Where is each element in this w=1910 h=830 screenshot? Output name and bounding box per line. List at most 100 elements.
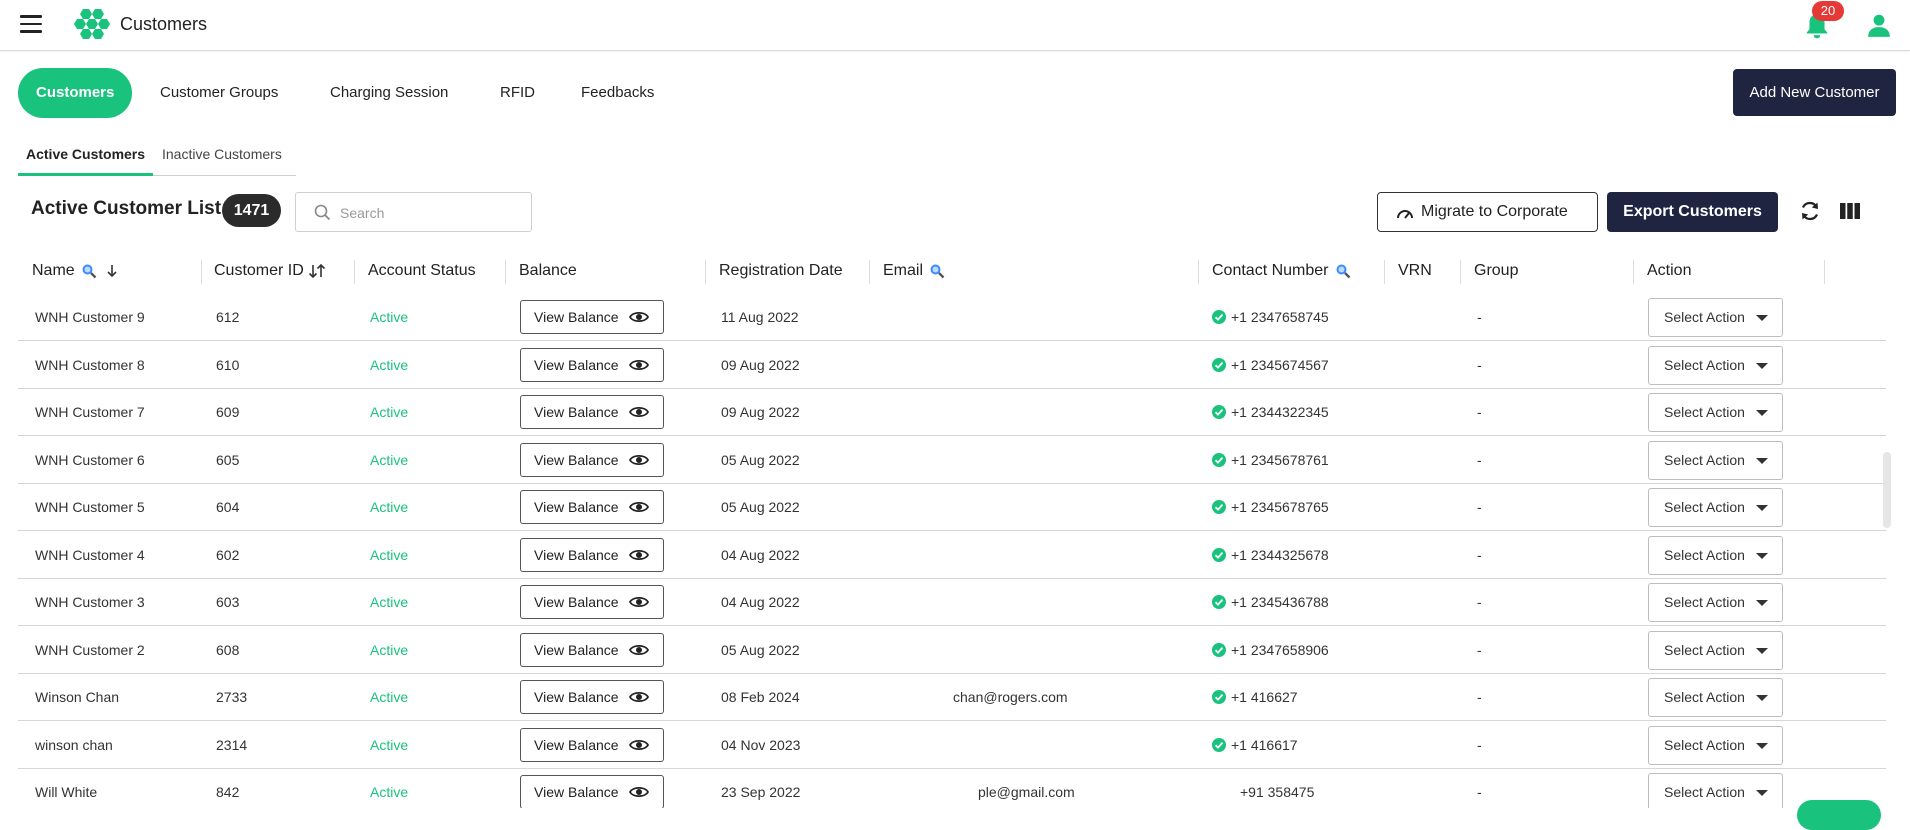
customer-name[interactable]: WNH Customer 5 bbox=[35, 484, 145, 530]
select-action-dropdown[interactable]: Select Action bbox=[1648, 535, 1783, 575]
view-balance-button[interactable]: View Balance bbox=[520, 442, 664, 477]
select-action-dropdown[interactable]: Select Action bbox=[1648, 678, 1783, 717]
scrollbar[interactable] bbox=[1883, 452, 1891, 528]
column-header-email[interactable]: Email bbox=[883, 256, 945, 288]
view-balance-button[interactable]: View Balance bbox=[520, 775, 664, 808]
contact-number: +1 416617 bbox=[1231, 736, 1298, 753]
contact-number: +1 2347658745 bbox=[1231, 309, 1329, 325]
caret-down-icon bbox=[1756, 742, 1768, 749]
status-badge: Active bbox=[370, 784, 409, 800]
migrate-to-corporate-button[interactable]: Migrate to Corporate bbox=[1377, 192, 1598, 232]
menu-icon[interactable] bbox=[20, 15, 42, 33]
column-header-group[interactable]: Group bbox=[1474, 256, 1518, 288]
view-balance-button[interactable]: View Balance bbox=[520, 300, 664, 334]
select-action-dropdown[interactable]: Select Action bbox=[1648, 488, 1783, 527]
customer-name[interactable]: WNH Customer 6 bbox=[35, 437, 145, 483]
search-input[interactable] bbox=[340, 201, 520, 225]
column-header-contact-number[interactable]: Contact Number bbox=[1212, 256, 1351, 288]
view-balance-label: View Balance bbox=[534, 594, 619, 610]
view-balance-button[interactable]: View Balance bbox=[520, 680, 664, 714]
select-action-dropdown[interactable]: Select Action bbox=[1648, 298, 1783, 337]
table-row[interactable]: Winson Chan 2733 Active View Balance 08 Feb … bbox=[18, 674, 1886, 721]
refresh-icon[interactable] bbox=[1798, 199, 1822, 223]
search-icon[interactable] bbox=[929, 263, 945, 279]
customer-name[interactable]: WNH Customer 7 bbox=[35, 389, 145, 435]
select-action-dropdown[interactable]: Select Action bbox=[1648, 630, 1783, 670]
column-header-registration-date[interactable]: Registration Date bbox=[719, 256, 843, 288]
eye-icon bbox=[629, 644, 649, 655]
table-row[interactable]: WNH Customer 2 608 Active View Balance 05 Au… bbox=[18, 627, 1886, 674]
search-icon[interactable] bbox=[81, 263, 97, 279]
customer-name[interactable]: Winson Chan bbox=[35, 674, 119, 720]
view-balance-button[interactable]: View Balance bbox=[520, 632, 664, 667]
select-action-dropdown[interactable]: Select Action bbox=[1648, 583, 1783, 622]
column-separator bbox=[1824, 260, 1825, 284]
column-separator bbox=[869, 260, 870, 284]
select-action-dropdown[interactable]: Select Action bbox=[1648, 345, 1783, 385]
view-balance-button[interactable]: View Balance bbox=[520, 395, 664, 429]
email: ple@gmail.com bbox=[978, 784, 1075, 800]
customer-name[interactable]: WNH Customer 4 bbox=[35, 532, 145, 578]
view-balance-button[interactable]: View Balance bbox=[520, 585, 664, 619]
column-label: Contact Number bbox=[1212, 262, 1329, 279]
column-header-customer-id[interactable]: Customer ID bbox=[214, 256, 326, 288]
columns-icon[interactable] bbox=[1839, 200, 1861, 222]
table-row[interactable]: WNH Customer 8 610 Active View Balance 09 Au… bbox=[18, 342, 1886, 389]
select-action-dropdown[interactable]: Select Action bbox=[1648, 440, 1783, 480]
tab-charging-session[interactable]: Charging Session bbox=[312, 68, 466, 118]
export-customers-button[interactable]: Export Customers bbox=[1607, 192, 1778, 232]
tab-feedbacks[interactable]: Feedbacks bbox=[563, 68, 672, 118]
tab-active-customers[interactable]: Active Customers bbox=[18, 140, 153, 176]
column-header-name[interactable]: Name bbox=[32, 256, 119, 288]
search-icon[interactable] bbox=[1335, 263, 1351, 279]
add-new-customer-button[interactable]: Add New Customer bbox=[1733, 69, 1896, 116]
customer-name[interactable]: WNH Customer 9 bbox=[35, 296, 145, 340]
tab-customers[interactable]: Customers bbox=[18, 68, 133, 118]
page-title: Customers bbox=[120, 14, 208, 34]
customer-name[interactable]: WNH Customer 2 bbox=[35, 627, 145, 673]
gauge-icon bbox=[1397, 210, 1413, 219]
tab-inactive-customers[interactable]: Inactive Customers bbox=[162, 140, 282, 176]
customer-name[interactable]: winson chan bbox=[35, 722, 113, 768]
column-header-balance[interactable]: Balance bbox=[519, 256, 577, 288]
group-value: - bbox=[1477, 356, 1482, 373]
table-row[interactable]: Will White 842 Active View Balance 23 Sep 20… bbox=[18, 769, 1886, 808]
customer-name[interactable]: WNH Customer 8 bbox=[35, 342, 145, 388]
table-row[interactable]: WNH Customer 3 603 Active View Balance 04 Au… bbox=[18, 579, 1886, 626]
customer-id: 610 bbox=[216, 356, 240, 373]
table-row[interactable]: WNH Customer 7 609 Active View Balance 09 Au… bbox=[18, 389, 1886, 436]
table-row[interactable]: winson chan 2314 Active View Balance 04 Nov … bbox=[18, 722, 1886, 769]
select-action-dropdown[interactable]: Select Action bbox=[1648, 773, 1783, 808]
verified-check-icon bbox=[1212, 690, 1226, 704]
select-action-label: Select Action bbox=[1664, 404, 1745, 420]
tab-customer-groups[interactable]: Customer Groups bbox=[142, 68, 296, 118]
column-header-account-status[interactable]: Account Status bbox=[368, 256, 476, 288]
registration-date: 23 Sep 2022 bbox=[721, 784, 801, 800]
search-icon bbox=[314, 204, 331, 221]
verified-check-icon bbox=[1212, 452, 1226, 467]
table-row[interactable]: WNH Customer 5 604 Active View Balance 05 Au… bbox=[18, 484, 1886, 531]
customer-id: 609 bbox=[216, 404, 240, 420]
select-action-label: Select Action bbox=[1664, 689, 1745, 705]
view-balance-button[interactable]: View Balance bbox=[520, 727, 664, 762]
view-balance-button[interactable]: View Balance bbox=[520, 537, 664, 572]
contact-number: +1 2344325678 bbox=[1231, 546, 1329, 563]
column-label: Email bbox=[883, 262, 924, 279]
table-row[interactable]: WNH Customer 4 602 Active View Balance 04 Au… bbox=[18, 532, 1886, 579]
select-action-dropdown[interactable]: Select Action bbox=[1648, 725, 1783, 765]
tab-rfid[interactable]: RFID bbox=[482, 68, 553, 118]
view-balance-button[interactable]: View Balance bbox=[520, 490, 664, 524]
table-row[interactable]: WNH Customer 9 612 Active View Balance 11 Au… bbox=[18, 296, 1886, 341]
sort-icon[interactable] bbox=[308, 263, 326, 278]
column-header-vrn[interactable]: VRN bbox=[1398, 256, 1432, 288]
sort-down-icon[interactable] bbox=[105, 264, 119, 278]
customer-name[interactable]: Will White bbox=[35, 769, 97, 808]
customer-name[interactable]: WNH Customer 3 bbox=[35, 579, 145, 625]
registration-date: 04 Nov 2023 bbox=[721, 736, 801, 753]
select-action-dropdown[interactable]: Select Action bbox=[1648, 393, 1783, 432]
chat-button[interactable] bbox=[1797, 800, 1881, 830]
table-row[interactable]: WNH Customer 6 605 Active View Balance 05 Au… bbox=[18, 437, 1886, 484]
user-icon[interactable] bbox=[1866, 12, 1892, 38]
view-balance-button[interactable]: View Balance bbox=[520, 347, 664, 382]
select-action-label: Select Action bbox=[1664, 451, 1745, 468]
